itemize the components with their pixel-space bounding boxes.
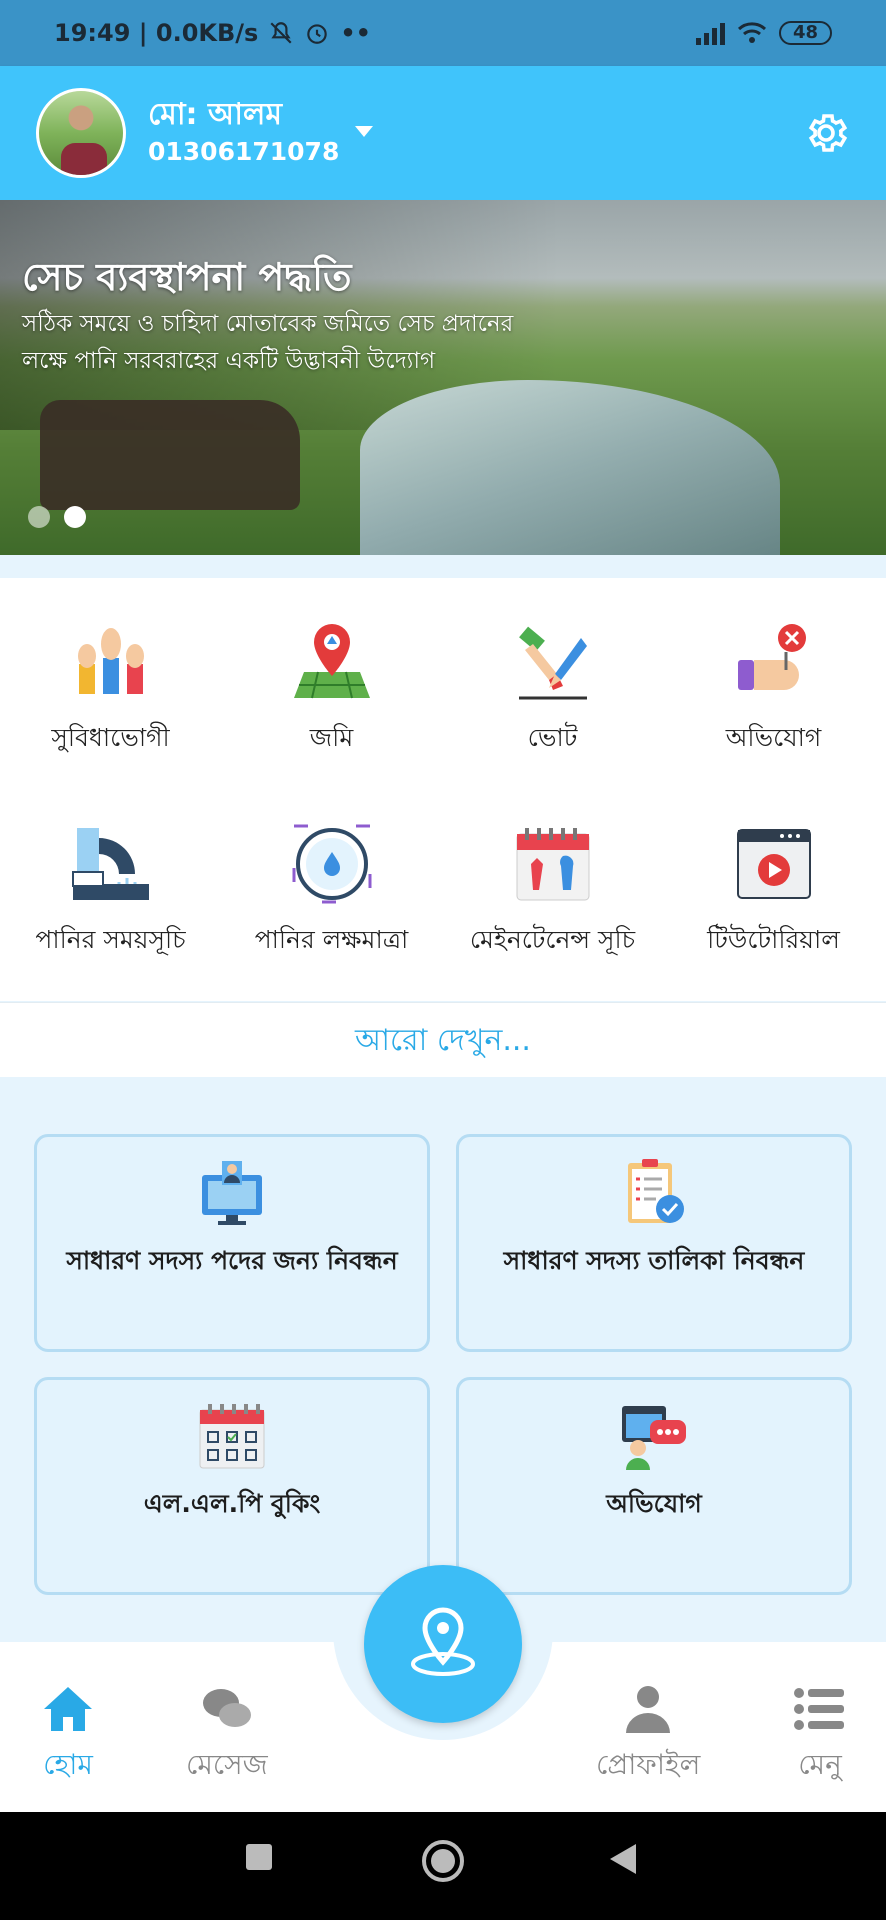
card-label: অভিযোগ: [606, 1489, 702, 1518]
recents-icon[interactable]: [244, 1842, 274, 1872]
gear-icon[interactable]: [802, 109, 850, 157]
app-header: মো: আলম 01306171078: [0, 66, 886, 200]
avatar[interactable]: [36, 88, 126, 178]
location-pin-icon: [411, 1607, 475, 1676]
water-pipe-icon: [71, 828, 149, 900]
calendar-icon: [199, 1404, 265, 1469]
card-complaint[interactable]: অভিযোগ: [456, 1377, 852, 1595]
carousel-dot-2[interactable]: [64, 506, 86, 528]
card-general-member-registration[interactable]: সাধারণ সদস্য পদের জন্য নিবন্ধন: [34, 1134, 430, 1352]
service-land[interactable]: জমি: [221, 620, 442, 761]
video-tutorial-icon: [736, 829, 811, 899]
service-label: ভোট: [527, 723, 578, 752]
user-name: মো: আলম: [148, 97, 282, 132]
raised-hands-icon: [77, 628, 144, 694]
monitor-user-icon: [202, 1161, 262, 1225]
back-icon[interactable]: [608, 1842, 638, 1876]
menu-list-icon: [794, 1688, 844, 1730]
signal-icon: [695, 21, 725, 45]
wifi-icon: [737, 22, 766, 43]
nav-label: প্রোফাইল: [596, 1748, 701, 1781]
service-label: অভিযোগ: [725, 723, 822, 752]
complaint-icon: [737, 624, 806, 690]
more-notifications-icon: ••: [340, 19, 372, 47]
service-vote[interactable]: ভোট: [442, 620, 663, 761]
service-label: সুবিধাভোগী: [51, 723, 170, 752]
banner-title: সেচ ব্যবস্থাপনা পদ্ধতি: [22, 255, 352, 299]
service-label: জমি: [309, 723, 354, 752]
user-icon: [626, 1686, 671, 1733]
service-complaint[interactable]: অভিযোগ: [663, 620, 884, 761]
nav-label: মেসেজ: [186, 1748, 268, 1781]
card-llp-booking[interactable]: এল.এল.পি বুকিং: [34, 1377, 430, 1595]
carousel-indicators: [28, 506, 86, 528]
nav-profile[interactable]: প্রোফাইল: [596, 1685, 700, 1790]
service-beneficiary[interactable]: সুবিধাভোগী: [0, 620, 221, 761]
mute-icon: [270, 22, 292, 44]
nav-label: মেনু: [798, 1748, 842, 1781]
service-label: পানির লক্ষমাত্রা: [254, 925, 409, 954]
system-nav-bar: [0, 1812, 886, 1920]
home-button-icon[interactable]: [420, 1838, 466, 1884]
service-tutorial[interactable]: টিউটোরিয়াল: [663, 822, 884, 963]
user-info[interactable]: মো: আলম 01306171078: [148, 96, 339, 170]
service-label: মেইনটেনেন্স সূচি: [469, 925, 636, 954]
service-maintenance[interactable]: মেইনটেনেন্স সূচি: [442, 822, 663, 963]
chat-icon: [202, 1689, 251, 1727]
service-label: পানির সময়সূচি: [35, 925, 186, 954]
card-label: সাধারণ সদস্য তালিকা নিবন্ধন: [503, 1246, 805, 1275]
maintenance-calendar-icon: [516, 828, 589, 901]
banner-pump-image: [40, 400, 300, 510]
checklist-icon: [628, 1159, 684, 1223]
card-label: এল.এল.পি বুকিং: [143, 1489, 321, 1518]
banner-water-image: [360, 380, 780, 555]
see-more-link[interactable]: আরো দেখুন...: [355, 1023, 531, 1058]
user-phone: 01306171078: [148, 137, 340, 166]
land-pin-icon: [293, 624, 370, 699]
nav-menu[interactable]: মেনু: [794, 1685, 846, 1790]
service-label: টিউটোরিয়াল: [707, 925, 840, 954]
vote-icon: [518, 626, 587, 700]
water-target-icon: [292, 824, 371, 904]
battery-icon: 48: [778, 21, 832, 45]
nav-message[interactable]: মেসেজ: [186, 1685, 268, 1790]
carousel-dot-1[interactable]: [28, 506, 50, 528]
chevron-down-icon[interactable]: [355, 125, 374, 137]
card-general-member-list-registration[interactable]: সাধারণ সদস্য তালিকা নিবন্ধন: [456, 1134, 852, 1352]
banner-subtitle: সঠিক সময়ে ও চাহিদা মোতাবেক জমিতে সেচ প্…: [22, 311, 514, 374]
nav-home[interactable]: হোম: [42, 1685, 94, 1790]
location-fab[interactable]: [364, 1565, 522, 1723]
service-water-target[interactable]: পানির লক্ষমাত্রা: [221, 822, 442, 963]
alarm-icon: [307, 24, 328, 44]
chat-support-icon: [622, 1406, 686, 1470]
card-label: সাধারণ সদস্য পদের জন্য নিবন্ধন: [66, 1246, 398, 1275]
more-row: আরো দেখুন...: [0, 1002, 886, 1077]
status-time-speed: 19:49 | 0.0KB/s: [54, 19, 259, 47]
banner-carousel[interactable]: সেচ ব্যবস্থাপনা পদ্ধতি সঠিক সময়ে ও চাহি…: [0, 200, 886, 555]
status-bar: 19:49 | 0.0KB/s •• 48: [0, 0, 886, 66]
service-water-schedule[interactable]: পানির সময়সূচি: [0, 822, 221, 963]
home-icon: [44, 1687, 92, 1731]
nav-label: হোম: [43, 1748, 93, 1781]
